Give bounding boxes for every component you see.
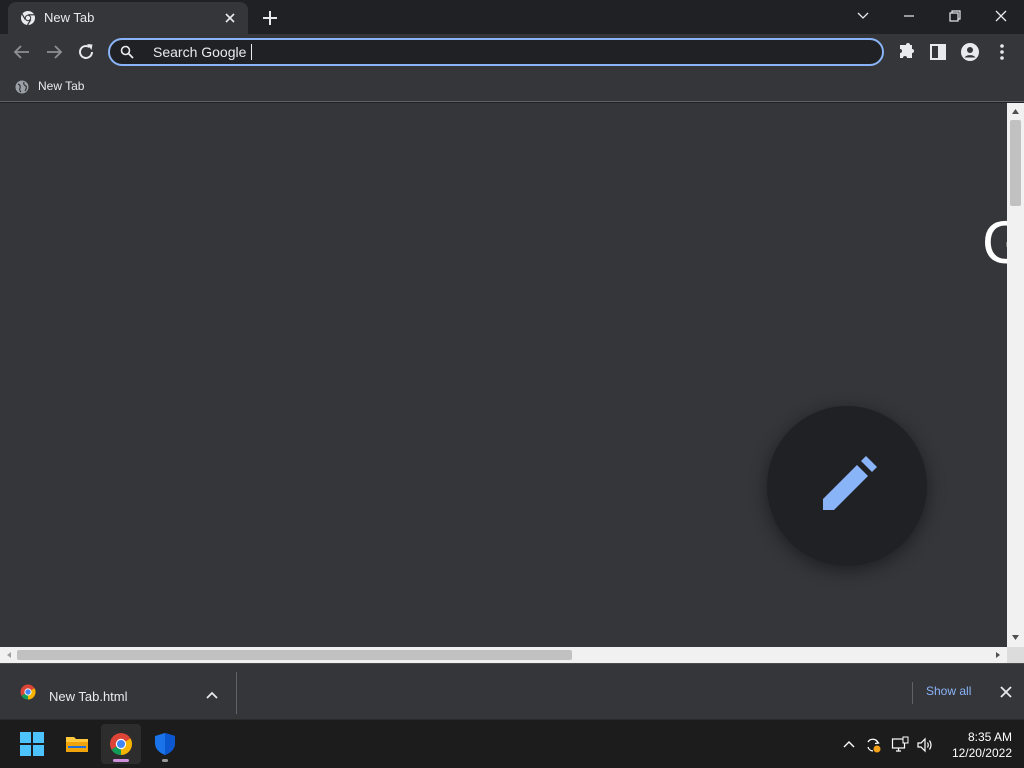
divider [236, 672, 237, 714]
close-icon[interactable] [998, 684, 1014, 700]
globe-icon [15, 80, 29, 94]
tab-search-button[interactable] [840, 0, 886, 32]
address-bar-text: Search Google [153, 44, 247, 60]
show-all-link[interactable]: Show all [926, 684, 971, 698]
restore-icon [949, 10, 961, 22]
forward-arrow-icon[interactable] [42, 40, 66, 64]
google-logo: G [982, 209, 1007, 276]
scroll-left-arrow-icon[interactable] [5, 651, 13, 659]
text-cursor [251, 44, 252, 60]
minimize-button[interactable] [886, 0, 932, 32]
vertical-scrollbar[interactable] [1007, 103, 1024, 647]
sync-icon[interactable] [864, 736, 882, 754]
chrome-icon [21, 11, 35, 26]
taskbar: 8:35 AM 12/20/2022 [0, 719, 1024, 768]
search-icon [120, 45, 134, 59]
download-item[interactable]: New Tab.html [8, 668, 228, 716]
shield-icon [155, 733, 175, 755]
divider [912, 682, 913, 704]
download-filename: New Tab.html [49, 689, 128, 704]
restore-button[interactable] [932, 0, 978, 32]
horizontal-scrollbar[interactable] [0, 647, 1007, 663]
scroll-up-arrow-icon[interactable] [1011, 107, 1020, 116]
volume-icon[interactable] [916, 736, 934, 754]
reload-icon[interactable] [74, 40, 98, 64]
more-menu-icon[interactable] [990, 40, 1014, 64]
chevron-down-icon [857, 12, 869, 19]
chrome-taskbar-button[interactable] [101, 724, 141, 764]
pencil-icon [823, 456, 877, 510]
scroll-down-arrow-icon[interactable] [1011, 633, 1020, 642]
clock-time: 8:35 AM [967, 730, 1012, 744]
network-icon[interactable] [891, 736, 909, 754]
tab-title: New Tab [44, 10, 95, 25]
clock-date: 12/20/2022 [951, 746, 1012, 760]
start-button[interactable] [12, 724, 52, 764]
close-icon [995, 10, 1007, 22]
download-shelf: New Tab.html Show all [0, 663, 1024, 719]
scrollbar-corner [1007, 647, 1024, 663]
windows-start-icon [20, 732, 44, 756]
back-arrow-icon[interactable] [10, 40, 34, 64]
toolbar: Search Google [0, 34, 1024, 70]
profile-icon[interactable] [958, 40, 982, 64]
vertical-scroll-thumb[interactable] [1010, 120, 1021, 206]
close-icon[interactable] [220, 8, 240, 28]
address-bar[interactable]: Search Google [108, 38, 884, 66]
active-indicator [113, 759, 129, 762]
chrome-icon [110, 733, 132, 755]
folder-icon [66, 737, 88, 752]
close-window-button[interactable] [978, 0, 1024, 32]
bookmark-label: New Tab [38, 79, 85, 93]
chevron-up-icon[interactable] [840, 736, 858, 754]
chevron-up-icon[interactable] [204, 687, 220, 703]
security-taskbar-button[interactable] [145, 724, 185, 764]
screen: New Tab Search Google New Tab G New Tab.… [0, 0, 1024, 768]
horizontal-scroll-thumb[interactable] [17, 650, 572, 660]
side-panel-icon[interactable] [926, 40, 950, 64]
file-explorer-button[interactable] [57, 724, 97, 764]
clock[interactable]: 8:35 AM 12/20/2022 [940, 729, 1012, 761]
page-content: G [0, 103, 1007, 647]
scroll-right-arrow-icon[interactable] [994, 651, 1002, 659]
bookmark-new-tab[interactable]: New Tab [8, 74, 84, 98]
tab-new-tab[interactable]: New Tab [8, 2, 248, 34]
chrome-icon [20, 684, 36, 700]
customize-button[interactable] [767, 406, 927, 566]
minimize-icon [904, 15, 914, 17]
extensions-icon[interactable] [894, 40, 918, 64]
tab-strip: New Tab [0, 0, 1024, 34]
bookmarks-bar: New Tab [0, 70, 1024, 102]
running-indicator [162, 759, 168, 762]
new-tab-button[interactable] [258, 6, 282, 30]
